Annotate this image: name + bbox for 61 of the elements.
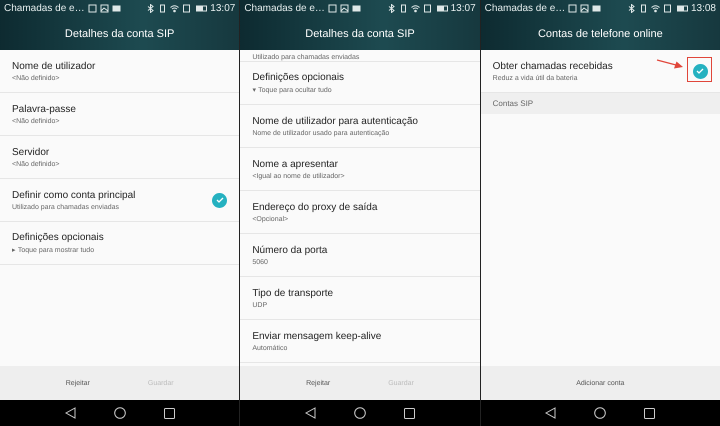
setting-title: Palavra-passe [12,104,77,114]
battery-icon [434,4,448,13]
checkbox[interactable] [212,192,228,208]
sim-icon [422,4,432,13]
status-title: Chamadas de e… [484,3,566,14]
vibrate-icon [158,4,168,13]
home-icon[interactable] [594,407,606,419]
highlight-frame [686,57,712,82]
home-icon[interactable] [354,407,366,419]
screen-title: Detalhes da conta SIP [64,28,174,40]
image-icon [112,4,121,13]
wifi-icon [170,4,180,13]
image-icon [580,4,590,13]
screen-title: Detalhes da conta SIP [305,28,415,40]
notification-icon [568,4,578,13]
image-icon [340,4,349,13]
notification-icon [328,4,337,13]
sim-icon [182,4,192,13]
battery-icon [674,4,688,13]
sim-icon [662,4,672,13]
home-icon[interactable] [114,407,126,419]
status-title: Chamadas de e… [4,3,85,14]
setting-title: Número da porta [252,244,328,256]
wifi-icon [410,4,420,13]
setting-title: Servidor [12,146,50,158]
bluetooth-icon [146,4,156,13]
status-title: Chamadas de e… [244,3,325,14]
recents-icon[interactable] [644,408,656,418]
section-header: Contas SIP [480,93,720,114]
bluetooth-icon [626,4,636,13]
bluetooth-icon [386,4,396,13]
checkbox[interactable] [692,64,708,78]
battery-icon [194,4,208,13]
recents-icon[interactable] [164,408,175,418]
setting-title: Endereço do proxy de saída [252,202,378,212]
setting-title: Nome de utilizador [12,60,96,72]
back-icon[interactable] [304,407,316,419]
setting-title: Tipo de transporte [252,288,334,298]
check-icon [696,68,704,74]
setting-title: Definir como conta principal [12,190,136,200]
setting-title: Enviar mensagem keep-alive [252,330,382,342]
check-icon [216,197,224,203]
notification-icon [88,4,97,13]
setting-title: Nome a apresentar [252,158,339,170]
status-time: 13:07 [450,3,476,14]
vibrate-icon [638,4,648,13]
setting-title: Definições opcionais [252,72,346,83]
recents-icon[interactable] [404,408,415,418]
image-icon [352,4,361,13]
setting-title: Obter chamadas recebidas [492,60,614,72]
back-icon[interactable] [545,407,556,419]
image-icon [592,4,602,13]
screen-title: Contas de telefone online [538,28,663,40]
setting-title: Nome de utilizador para autenticação [252,116,419,126]
setting-title: Definições opcionais [12,232,105,243]
status-time: 13:07 [210,3,236,14]
wifi-icon [650,4,660,13]
status-time: 13:08 [690,3,716,14]
image-icon [100,4,109,13]
back-icon[interactable] [64,407,76,419]
vibrate-icon [398,4,408,13]
